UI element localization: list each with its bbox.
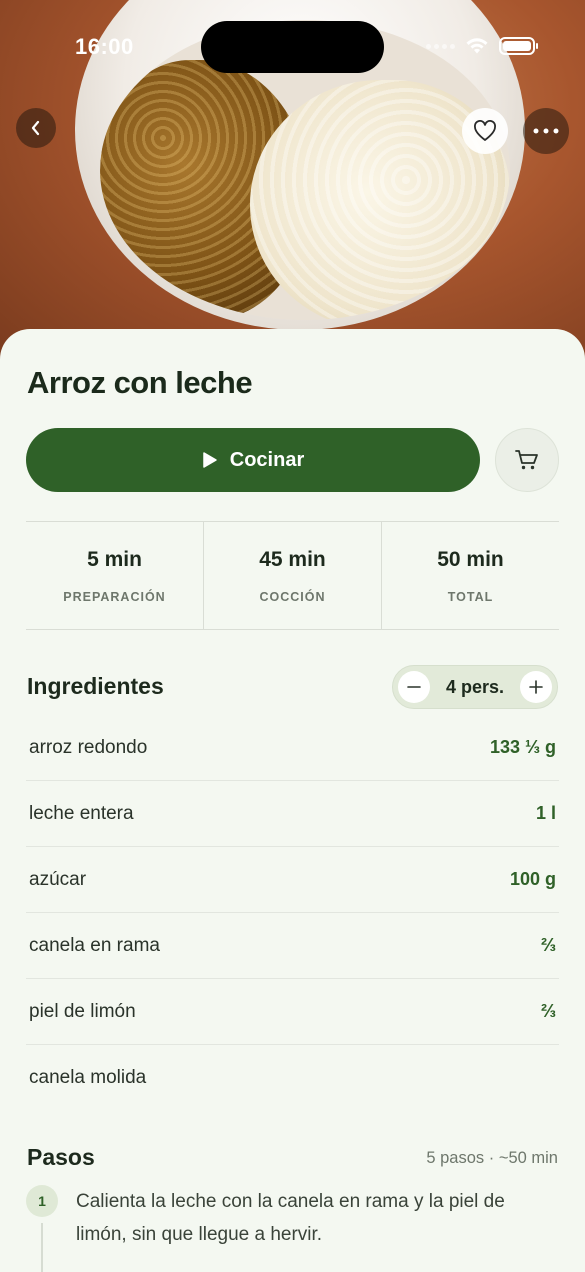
status-icons xyxy=(426,37,538,55)
ingredient-name: arroz redondo xyxy=(29,736,148,758)
ingredient-quantity: 1 l xyxy=(535,803,556,823)
step-text: Calienta la leche con la canela en rama … xyxy=(76,1191,505,1245)
ingredient-name: canela en rama xyxy=(29,934,160,956)
steps-summary: 5 pasos · ~50 min xyxy=(426,1149,558,1167)
total-time-value: 50 min xyxy=(437,547,504,571)
increase-servings-button[interactable] xyxy=(519,671,552,703)
servings-value: 4 pers. xyxy=(445,676,505,697)
signal-icon xyxy=(426,43,455,49)
list-item: leche entera 1 l xyxy=(26,781,559,847)
cook-time: 45 min COCCIÓN xyxy=(204,522,382,629)
ingredient-quantity: 100 g xyxy=(509,869,556,889)
decrease-servings-button[interactable] xyxy=(398,671,430,703)
recipe-title: Arroz con leche xyxy=(27,365,253,400)
time-summary: 5 min PREPARACIÓN 45 min COCCIÓN 50 min … xyxy=(26,521,559,630)
chevron-left-icon xyxy=(31,120,40,136)
dynamic-island xyxy=(201,21,384,73)
ellipsis-icon xyxy=(533,128,559,134)
cook-button[interactable]: Cocinar xyxy=(26,428,480,492)
plus-icon xyxy=(529,680,543,694)
cook-time-label: COCCIÓN xyxy=(259,589,326,604)
list-item: arroz redondo 133 ⅓ g xyxy=(26,715,559,781)
step-number-badge: 1 xyxy=(26,1185,58,1217)
ingredient-quantity: ⅔ xyxy=(540,1001,556,1021)
battery-icon xyxy=(499,37,538,55)
play-icon xyxy=(203,452,217,468)
ingredient-name: azúcar xyxy=(29,868,87,890)
more-button[interactable] xyxy=(523,108,569,154)
cook-time-value: 45 min xyxy=(259,547,326,571)
add-to-cart-button[interactable] xyxy=(495,428,559,492)
ingredients-title: Ingredientes xyxy=(27,673,164,699)
steps-title: Pasos xyxy=(27,1144,95,1170)
favorite-button[interactable] xyxy=(462,108,508,154)
total-time-label: TOTAL xyxy=(447,589,494,604)
list-item: canela en rama ⅔ xyxy=(26,913,559,979)
prep-time-label: PREPARACIÓN xyxy=(63,589,166,604)
total-time: 50 min TOTAL xyxy=(382,522,559,629)
status-time: 16:00 xyxy=(75,34,134,59)
minus-icon xyxy=(407,686,421,688)
servings-stepper: 4 pers. xyxy=(392,665,558,709)
list-item: piel de limón ⅔ xyxy=(26,979,559,1045)
prep-time: 5 min PREPARACIÓN xyxy=(26,522,204,629)
list-item: azúcar 100 g xyxy=(26,847,559,913)
wifi-icon xyxy=(466,38,488,54)
ingredient-name: piel de limón xyxy=(29,1000,136,1022)
heart-icon xyxy=(474,120,496,141)
ingredient-name: leche entera xyxy=(29,802,134,824)
prep-time-value: 5 min xyxy=(87,547,142,571)
ingredient-list: arroz redondo 133 ⅓ g leche entera 1 l a… xyxy=(26,715,559,1111)
step-connector xyxy=(41,1223,43,1272)
ingredient-quantity: 133 ⅓ g xyxy=(489,737,556,757)
cook-button-label: Cocinar xyxy=(229,448,305,471)
ingredient-quantity: ⅔ xyxy=(540,935,556,955)
ingredient-name: canela molida xyxy=(29,1067,147,1088)
recipe-sheet: Arroz con leche Cocinar 5 min PREPARACIÓ… xyxy=(0,329,585,1272)
back-button[interactable] xyxy=(16,108,56,148)
cart-icon xyxy=(515,450,538,470)
list-item: canela molida xyxy=(26,1045,559,1111)
